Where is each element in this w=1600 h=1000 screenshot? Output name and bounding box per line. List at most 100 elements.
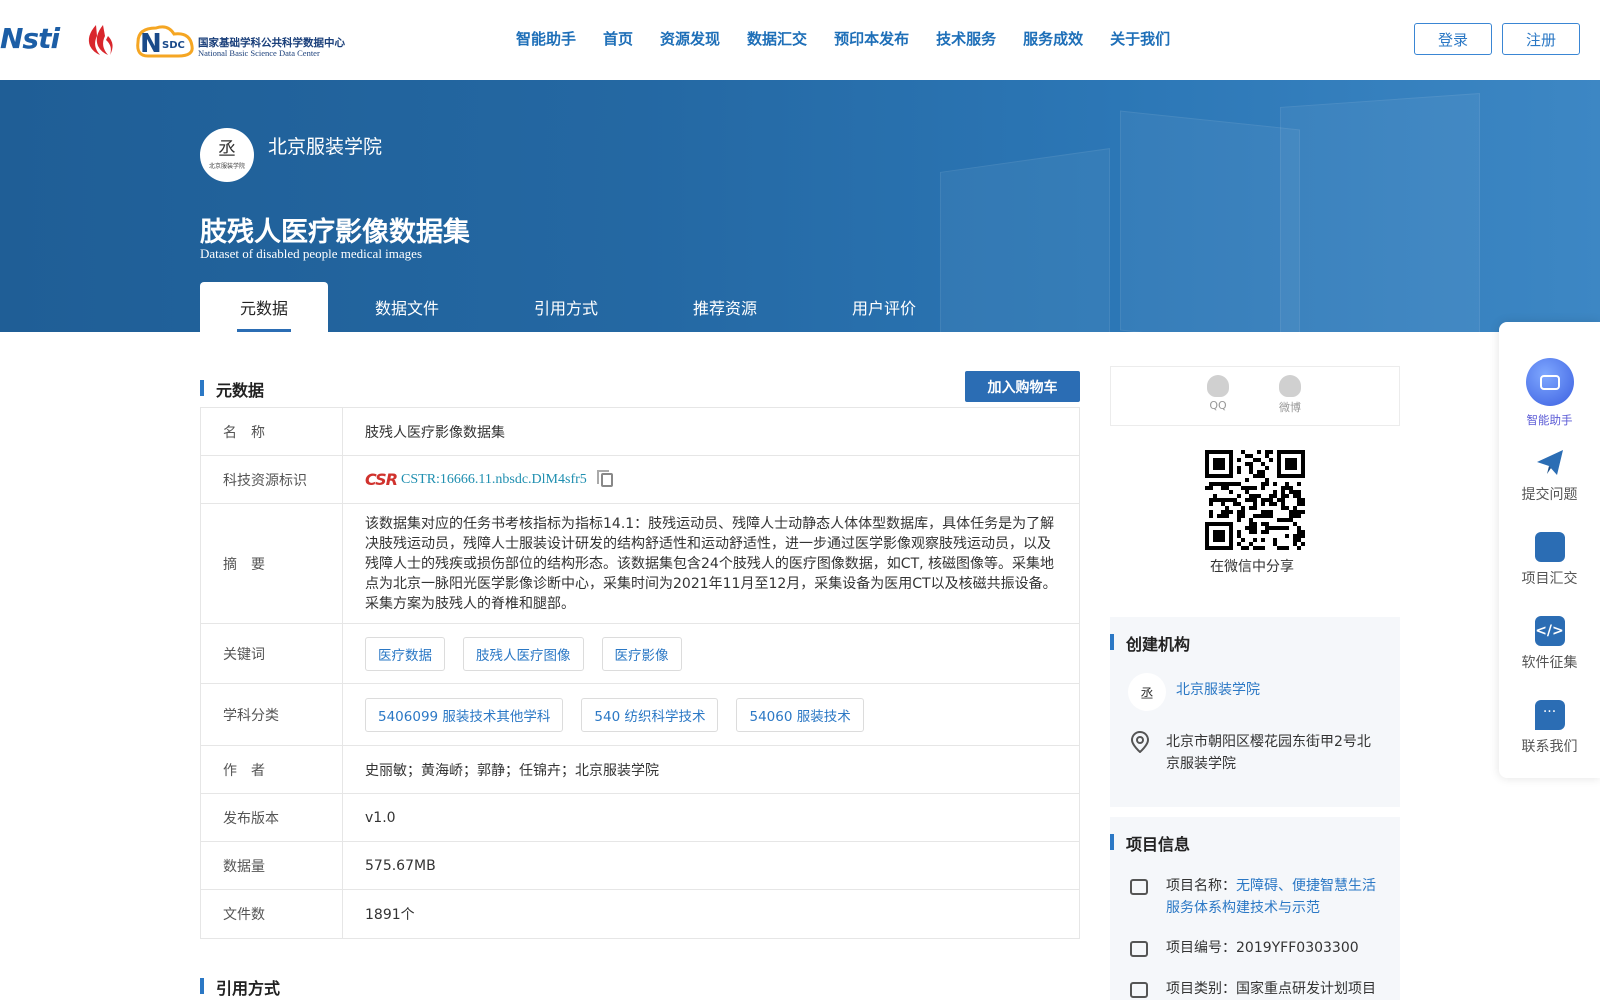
nsdc-logo-en: National Basic Science Data Center (198, 48, 320, 58)
keyword-tag[interactable]: 医疗影像 (601, 636, 682, 671)
copy-icon[interactable] (596, 469, 613, 487)
tab-metadata[interactable]: 元数据 (200, 282, 328, 332)
row-label: 数据量 (201, 842, 343, 889)
row-label: 发布版本 (201, 794, 343, 841)
nsti-logo-text: Nsti (0, 22, 60, 55)
share-weibo-label: 微博 (1279, 401, 1301, 414)
subject-tag[interactable]: 540 纺织科学技术 (581, 697, 719, 732)
dataset-title: 肢残人医疗影像数据集 (200, 217, 470, 248)
org-avatar-text: 北京服装学院 (208, 162, 245, 170)
float-label: 提交问题 (1521, 487, 1578, 503)
nav-preprint[interactable]: 预印本发布 (834, 28, 909, 49)
row-value: v1.0 (365, 809, 396, 826)
creator-org-link[interactable]: 北京服装学院 (1176, 679, 1260, 701)
subject-tag[interactable]: 5406099 服装技术其他学科 (365, 697, 564, 732)
project-name: 项目名称：无障碍、便捷智慧生活服务体系构建技术与示范 (1166, 875, 1386, 919)
creator-title: 创建机构 (1110, 631, 1190, 655)
tab-user-reviews[interactable]: 用户评价 (804, 282, 964, 332)
project-name-icon (1130, 879, 1148, 895)
float-contact-us[interactable]: ··· 联系我们 (1499, 700, 1600, 756)
project-type: 项目类别：国家重点研发计划项目 (1166, 981, 1376, 997)
row-label: 摘 要 (201, 504, 343, 623)
qq-icon (1207, 375, 1229, 397)
float-ai-assistant[interactable]: 智能助手 (1499, 358, 1600, 428)
add-to-cart-button[interactable]: 加入购物车 (965, 371, 1080, 402)
paper-plane-icon (1536, 450, 1563, 475)
robot-icon (1525, 358, 1574, 406)
share-weibo[interactable]: 微博 (1275, 375, 1305, 415)
list-folder-icon (1534, 532, 1565, 562)
creator-avatar: 丞 (1128, 673, 1166, 711)
table-row: 学科分类 5406099 服装技术其他学科 540 纺织科学技术 54060 服… (201, 684, 1079, 746)
float-label: 智能助手 (1526, 413, 1573, 427)
location-icon (1130, 731, 1150, 753)
row-label: 作 者 (201, 746, 343, 793)
project-name-label: 项目名称： (1166, 878, 1236, 894)
nsdc-logo[interactable]: N SDC 国家基础学科公共科学数据中心 National Basic Scie… (134, 20, 354, 60)
table-row: 文件数 1891个 (201, 890, 1079, 938)
nsti-logo[interactable]: Nsti (0, 22, 68, 58)
share-qq[interactable]: QQ (1203, 375, 1233, 412)
row-value: 575.67MB (365, 857, 436, 874)
org-avatar[interactable]: 丞 北京服装学院 (200, 128, 254, 182)
banner-decoration (1120, 110, 1300, 332)
creator-address: 北京市朝阳区樱花园东街甲2号北京服装学院 (1166, 734, 1371, 772)
float-label: 联系我们 (1521, 739, 1578, 755)
nsdc-mark-icon: N SDC (136, 25, 194, 59)
main-nav: 智能助手 首页 资源发现 数据汇交 预印本发布 技术服务 服务成效 关于我们 (516, 28, 1197, 49)
float-submit-question[interactable]: 提交问题 (1499, 448, 1600, 504)
code-icon: </> (1534, 616, 1565, 646)
login-button[interactable]: 登录 (1414, 23, 1492, 55)
wechat-qr-code (1205, 450, 1305, 550)
metadata-table: 名 称 肢残人医疗影像数据集 科技资源标识 CSR CSTR:16666.11.… (200, 407, 1080, 939)
cstr-link[interactable]: CSTR:16666.11.nbsdc.DlM4sfr5 (401, 472, 587, 488)
dataset-banner: 丞 北京服装学院 北京服装学院 肢残人医疗影像数据集 Dataset of di… (0, 80, 1600, 332)
red-logo-icon[interactable] (82, 22, 118, 58)
svg-text:N: N (140, 29, 162, 59)
nav-data-submission[interactable]: 数据汇交 (747, 28, 807, 49)
share-box: QQ 微博 (1110, 366, 1400, 426)
project-title: 项目信息 (1110, 831, 1190, 855)
tab-citation[interactable]: 引用方式 (486, 282, 646, 332)
tab-data-files[interactable]: 数据文件 (328, 282, 486, 332)
register-button[interactable]: 注册 (1502, 23, 1580, 55)
row-label: 文件数 (201, 890, 343, 938)
nav-tech-service[interactable]: 技术服务 (936, 28, 996, 49)
qr-caption: 在微信中分享 (1210, 559, 1294, 575)
float-label: 项目汇交 (1521, 571, 1578, 587)
cstr-icon: CSR (365, 470, 398, 489)
row-value: 史丽敏；黄海峤；郭静；任锦卉；北京服装学院 (365, 762, 659, 779)
chat-icon: ··· (1534, 700, 1565, 730)
keyword-tag[interactable]: 肢残人医疗图像 (463, 636, 584, 671)
table-row: 作 者 史丽敏；黄海峤；郭静；任锦卉；北京服装学院 (201, 746, 1079, 794)
project-type-icon (1130, 982, 1148, 998)
float-label: 软件征集 (1521, 655, 1578, 671)
citation-section-title: 引用方式 (200, 975, 280, 999)
nav-home[interactable]: 首页 (603, 28, 633, 49)
weibo-icon (1279, 375, 1301, 397)
subject-tags: 5406099 服装技术其他学科 540 纺织科学技术 54060 服装技术 (343, 684, 1079, 745)
nav-ai-assistant[interactable]: 智能助手 (516, 28, 576, 49)
floating-sidebar: 智能助手 提交问题 项目汇交 </> 软件征集 ··· 联系我们 (1499, 322, 1600, 778)
nav-service-results[interactable]: 服务成效 (1023, 28, 1083, 49)
org-name[interactable]: 北京服装学院 (268, 132, 382, 159)
org-avatar-glyph: 丞 (218, 138, 236, 160)
table-row: 科技资源标识 CSR CSTR:16666.11.nbsdc.DlM4sfr5 (201, 456, 1079, 504)
dataset-subtitle: Dataset of disabled people medical image… (200, 246, 423, 261)
row-label: 学科分类 (201, 684, 343, 745)
nav-about[interactable]: 关于我们 (1110, 28, 1170, 49)
subject-tag[interactable]: 54060 服装技术 (736, 697, 864, 732)
float-project-submission[interactable]: 项目汇交 (1499, 532, 1600, 588)
float-software-collection[interactable]: </> 软件征集 (1499, 616, 1600, 672)
row-value: CSR CSTR:16666.11.nbsdc.DlM4sfr5 (343, 456, 1079, 503)
svg-text:SDC: SDC (162, 40, 185, 51)
keyword-tag[interactable]: 医疗数据 (365, 636, 445, 671)
project-code-icon (1130, 941, 1148, 957)
keyword-tags: 医疗数据 肢残人医疗图像 医疗影像 (343, 624, 1079, 683)
banner-decoration (940, 148, 1110, 332)
nav-resource-discovery[interactable]: 资源发现 (660, 28, 720, 49)
abstract-text: 该数据集对应的任务书考核指标为指标14.1：肢残运动员、残障人士动静态人体体型数… (365, 515, 1057, 612)
metadata-section-title: 元数据 (200, 377, 264, 401)
site-header: Nsti N SDC 国家基础学科公共科学数据中心 National Basic… (0, 0, 1600, 80)
tab-recommended[interactable]: 推荐资源 (646, 282, 804, 332)
